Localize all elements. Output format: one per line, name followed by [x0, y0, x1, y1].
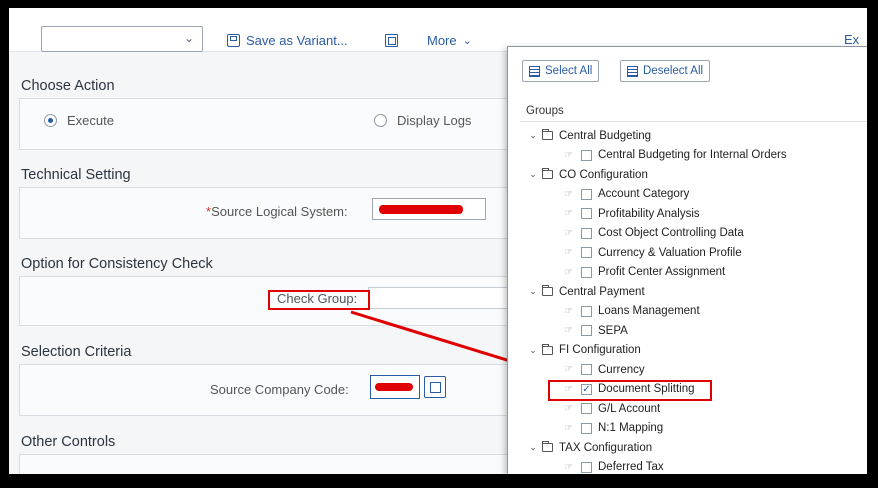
checkbox[interactable] [581, 247, 592, 258]
hand-icon: ☞ [564, 188, 573, 200]
folder-icon [542, 441, 553, 452]
folder-icon [542, 168, 553, 179]
deselect-all-icon [627, 65, 638, 77]
checkbox-checked[interactable]: ✓ [581, 383, 592, 395]
tree-group-row[interactable]: ⌄ Central Payment [528, 282, 645, 301]
tree-item-label: Loans Management [598, 305, 700, 317]
tree-item-label: Currency [598, 363, 645, 376]
checkbox[interactable] [581, 188, 592, 200]
checkbox[interactable] [581, 403, 592, 414]
divider [520, 121, 867, 122]
hand-icon: ☞ [564, 325, 573, 336]
hand-icon: ☞ [564, 403, 573, 414]
tree-item-label: Central Budgeting for Internal Orders [598, 149, 787, 161]
hand-icon: ☞ [564, 149, 573, 161]
checkbox[interactable] [581, 266, 592, 278]
tree-item-label: Cost Object Controlling Data [598, 227, 744, 239]
checkbox[interactable] [581, 227, 592, 239]
tree-item-label: Document Splitting [598, 383, 695, 395]
tree-group-row[interactable]: ⌄ Central Budgeting [528, 126, 651, 145]
tree-item-label: Currency & Valuation Profile [598, 246, 742, 259]
tree-group-label: Central Payment [559, 285, 645, 298]
chevron-down-icon[interactable]: ⌄ [528, 345, 538, 356]
tree-group-label: Central Budgeting [559, 129, 652, 142]
tree-item-row[interactable]: ☞ Profit Center Assignment [562, 263, 725, 282]
select-all-icon [529, 65, 540, 77]
chevron-down-icon[interactable]: ⌄ [528, 130, 538, 141]
hand-icon: ☞ [564, 383, 573, 395]
tree-item-row[interactable]: ☞ SEPA [562, 321, 628, 340]
app-window: ⌄ Save as Variant... More ⌄ Ex Choose Ac… [9, 8, 867, 474]
tree-group-row[interactable]: ⌄ TAX Configuration [528, 438, 652, 457]
tree-item-label: Account Category [598, 188, 690, 200]
tree-item-label: G/L Account [598, 402, 661, 415]
checkbox[interactable] [581, 364, 592, 375]
chevron-down-icon[interactable]: ⌄ [528, 286, 538, 297]
tree-item-row[interactable]: ☞ Currency & Valuation Profile [562, 243, 742, 262]
tree-item-row[interactable]: ☞ Profitability Analysis [562, 204, 700, 223]
tree-item-label: Deferred Tax [598, 461, 664, 473]
hand-icon: ☞ [564, 422, 573, 434]
folder-icon [542, 285, 553, 296]
checkbox[interactable] [581, 325, 592, 336]
deselect-all-button[interactable]: Deselect All [620, 60, 711, 82]
chevron-down-icon[interactable]: ⌄ [528, 442, 538, 453]
check-group-dropdown: Select All Deselect All Groups ⌄ Central … [507, 46, 867, 474]
select-all-button[interactable]: Select All [522, 60, 600, 82]
select-all-label: Select All [545, 65, 593, 77]
chevron-down-icon[interactable]: ⌄ [528, 169, 538, 180]
checkbox[interactable] [581, 149, 592, 161]
folder-icon [542, 343, 553, 355]
hand-icon: ☞ [564, 227, 573, 239]
groups-header: Groups [526, 105, 564, 117]
hand-icon: ☞ [564, 364, 573, 375]
tree-group-row[interactable]: ⌄ FI Configuration [528, 341, 641, 360]
tree-item-row[interactable]: ☞ Deferred Tax [562, 458, 664, 475]
tree-group-label: FI Configuration [559, 344, 641, 356]
checkbox[interactable] [581, 305, 592, 317]
tree-item-row[interactable]: ☞ Currency [562, 360, 645, 379]
tree-item-label: N:1 Mapping [598, 422, 664, 434]
tree-item-label: SEPA [598, 324, 628, 337]
hand-icon: ☞ [564, 461, 573, 473]
hand-icon: ☞ [564, 305, 573, 317]
checkbox[interactable] [581, 208, 592, 219]
hand-icon: ☞ [564, 208, 573, 219]
tree-group-label: CO Configuration [559, 168, 648, 181]
tree-item-row[interactable]: ☞ Loans Management [562, 302, 700, 321]
tree-item-row[interactable]: ☞ N:1 Mapping [562, 419, 663, 438]
tree-item-row[interactable]: ☞ Cost Object Controlling Data [562, 224, 744, 243]
tree-item-row[interactable]: ☞ ✓ Document Splitting [562, 380, 695, 399]
tree-group-label: TAX Configuration [559, 441, 653, 454]
folder-icon [542, 129, 553, 140]
checkbox[interactable] [581, 461, 592, 473]
tree-item-row[interactable]: ☞ Account Category [562, 185, 689, 204]
checkbox[interactable] [581, 422, 592, 434]
tree-group-row[interactable]: ⌄ CO Configuration [528, 165, 648, 184]
deselect-all-label: Deselect All [643, 65, 704, 77]
tree-item-row[interactable]: ☞ Central Budgeting for Internal Orders [562, 146, 787, 165]
tree-item-label: Profitability Analysis [598, 207, 700, 220]
tree-item-row[interactable]: ☞ G/L Account [562, 399, 660, 418]
tree-item-label: Profit Center Assignment [598, 266, 726, 278]
hand-icon: ☞ [564, 247, 573, 258]
hand-icon: ☞ [564, 266, 573, 278]
